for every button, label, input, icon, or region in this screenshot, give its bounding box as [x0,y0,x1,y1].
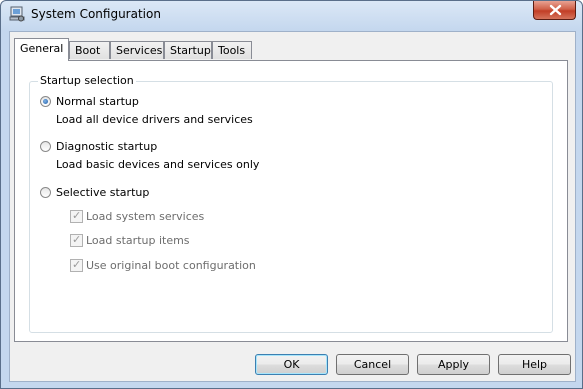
title-bar[interactable]: System Configuration [1,1,582,29]
load-startup-items-label: Load startup items [86,234,190,247]
normal-startup-radio[interactable] [40,96,51,107]
tab-general[interactable]: General [14,38,69,61]
general-tab-panel: Startup selection Normal startup Load al… [14,60,568,342]
normal-startup-description: Load all device drivers and services [56,113,253,126]
checkbox-box [70,209,83,223]
system-configuration-window: System Configuration General Boot Servic… [0,0,583,389]
diagnostic-startup-radio[interactable] [40,141,51,152]
ok-button[interactable]: OK [255,354,328,375]
tab-startup[interactable]: Startup [164,41,212,59]
checkbox-box [70,258,83,272]
diagnostic-startup-label[interactable]: Diagnostic startup [56,140,157,153]
msconfig-icon [9,6,25,22]
window-title: System Configuration [31,7,161,21]
startup-selection-group: Startup selection Normal startup Load al… [29,74,553,333]
apply-button[interactable]: Apply [417,354,490,375]
close-button[interactable] [533,1,576,20]
close-icon [549,4,562,16]
tab-boot[interactable]: Boot [69,41,110,59]
tab-tools[interactable]: Tools [212,41,252,59]
tab-services[interactable]: Services [110,41,164,59]
checkbox-box [70,233,83,247]
use-original-boot-config-label: Use original boot configuration [86,259,256,272]
diagnostic-startup-description: Load basic devices and services only [56,158,260,171]
normal-startup-label[interactable]: Normal startup [56,95,139,108]
help-button[interactable]: Help [498,354,571,375]
selective-startup-radio[interactable] [40,187,51,198]
group-title: Startup selection [38,74,136,87]
selective-startup-label[interactable]: Selective startup [56,186,149,199]
cancel-button[interactable]: Cancel [336,354,409,375]
dialog-body: General Boot Services Startup Tools Star… [9,31,576,382]
load-system-services-label: Load system services [86,210,205,223]
